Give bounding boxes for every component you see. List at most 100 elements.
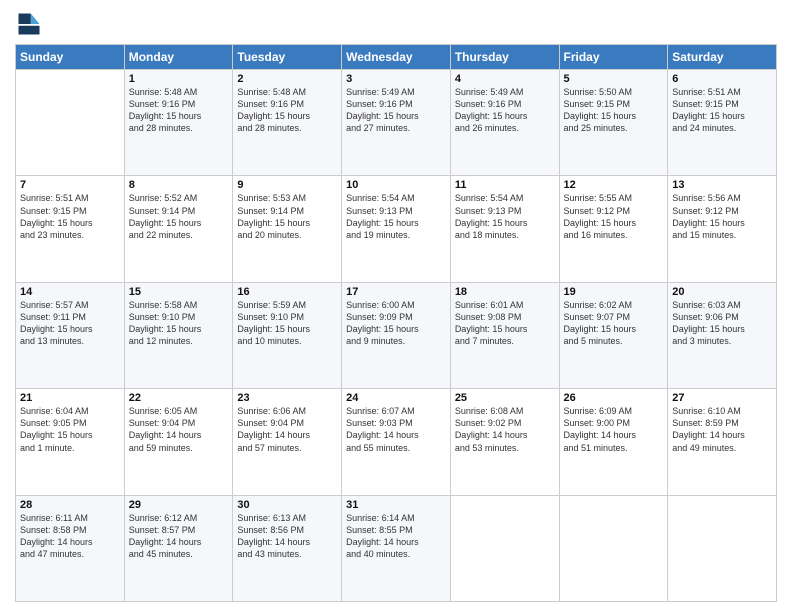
day-info: Sunrise: 5:59 AM Sunset: 9:10 PM Dayligh… (237, 299, 337, 348)
day-info: Sunrise: 6:13 AM Sunset: 8:56 PM Dayligh… (237, 512, 337, 561)
header (15, 10, 777, 38)
calendar-week-3: 14Sunrise: 5:57 AM Sunset: 9:11 PM Dayli… (16, 282, 777, 388)
day-number: 26 (564, 392, 664, 404)
day-header-thursday: Thursday (450, 45, 559, 70)
day-number: 24 (346, 392, 446, 404)
day-number: 9 (237, 179, 337, 191)
day-info: Sunrise: 5:51 AM Sunset: 9:15 PM Dayligh… (672, 86, 772, 135)
day-number: 18 (455, 286, 555, 298)
calendar-cell: 8Sunrise: 5:52 AM Sunset: 9:14 PM Daylig… (124, 176, 233, 282)
day-number: 11 (455, 179, 555, 191)
calendar-week-2: 7Sunrise: 5:51 AM Sunset: 9:15 PM Daylig… (16, 176, 777, 282)
calendar-cell: 16Sunrise: 5:59 AM Sunset: 9:10 PM Dayli… (233, 282, 342, 388)
day-header-tuesday: Tuesday (233, 45, 342, 70)
day-number: 4 (455, 73, 555, 85)
day-info: Sunrise: 5:56 AM Sunset: 9:12 PM Dayligh… (672, 192, 772, 241)
day-number: 16 (237, 286, 337, 298)
calendar-cell: 4Sunrise: 5:49 AM Sunset: 9:16 PM Daylig… (450, 70, 559, 176)
day-info: Sunrise: 5:52 AM Sunset: 9:14 PM Dayligh… (129, 192, 229, 241)
day-number: 2 (237, 73, 337, 85)
day-number: 10 (346, 179, 446, 191)
calendar-cell: 20Sunrise: 6:03 AM Sunset: 9:06 PM Dayli… (668, 282, 777, 388)
calendar-cell: 18Sunrise: 6:01 AM Sunset: 9:08 PM Dayli… (450, 282, 559, 388)
day-number: 6 (672, 73, 772, 85)
day-number: 22 (129, 392, 229, 404)
day-number: 17 (346, 286, 446, 298)
calendar-cell: 22Sunrise: 6:05 AM Sunset: 9:04 PM Dayli… (124, 389, 233, 495)
calendar-cell: 24Sunrise: 6:07 AM Sunset: 9:03 PM Dayli… (342, 389, 451, 495)
day-number: 7 (20, 179, 120, 191)
day-number: 5 (564, 73, 664, 85)
calendar-cell: 28Sunrise: 6:11 AM Sunset: 8:58 PM Dayli… (16, 495, 125, 601)
day-info: Sunrise: 6:01 AM Sunset: 9:08 PM Dayligh… (455, 299, 555, 348)
calendar-cell: 26Sunrise: 6:09 AM Sunset: 9:00 PM Dayli… (559, 389, 668, 495)
day-number: 14 (20, 286, 120, 298)
day-info: Sunrise: 5:48 AM Sunset: 9:16 PM Dayligh… (237, 86, 337, 135)
day-number: 28 (20, 499, 120, 511)
day-number: 13 (672, 179, 772, 191)
day-info: Sunrise: 5:55 AM Sunset: 9:12 PM Dayligh… (564, 192, 664, 241)
day-info: Sunrise: 5:54 AM Sunset: 9:13 PM Dayligh… (455, 192, 555, 241)
day-info: Sunrise: 6:06 AM Sunset: 9:04 PM Dayligh… (237, 405, 337, 454)
day-info: Sunrise: 5:54 AM Sunset: 9:13 PM Dayligh… (346, 192, 446, 241)
calendar-cell: 23Sunrise: 6:06 AM Sunset: 9:04 PM Dayli… (233, 389, 342, 495)
day-info: Sunrise: 5:53 AM Sunset: 9:14 PM Dayligh… (237, 192, 337, 241)
day-info: Sunrise: 6:05 AM Sunset: 9:04 PM Dayligh… (129, 405, 229, 454)
day-header-saturday: Saturday (668, 45, 777, 70)
calendar-cell: 21Sunrise: 6:04 AM Sunset: 9:05 PM Dayli… (16, 389, 125, 495)
day-info: Sunrise: 5:51 AM Sunset: 9:15 PM Dayligh… (20, 192, 120, 241)
calendar-header-row: SundayMondayTuesdayWednesdayThursdayFrid… (16, 45, 777, 70)
day-info: Sunrise: 6:10 AM Sunset: 8:59 PM Dayligh… (672, 405, 772, 454)
day-number: 31 (346, 499, 446, 511)
day-info: Sunrise: 6:07 AM Sunset: 9:03 PM Dayligh… (346, 405, 446, 454)
day-number: 19 (564, 286, 664, 298)
calendar-cell: 27Sunrise: 6:10 AM Sunset: 8:59 PM Dayli… (668, 389, 777, 495)
day-number: 23 (237, 392, 337, 404)
page: SundayMondayTuesdayWednesdayThursdayFrid… (0, 0, 792, 612)
day-info: Sunrise: 6:02 AM Sunset: 9:07 PM Dayligh… (564, 299, 664, 348)
day-info: Sunrise: 5:57 AM Sunset: 9:11 PM Dayligh… (20, 299, 120, 348)
calendar-cell: 29Sunrise: 6:12 AM Sunset: 8:57 PM Dayli… (124, 495, 233, 601)
calendar-cell: 30Sunrise: 6:13 AM Sunset: 8:56 PM Dayli… (233, 495, 342, 601)
day-info: Sunrise: 6:11 AM Sunset: 8:58 PM Dayligh… (20, 512, 120, 561)
day-header-sunday: Sunday (16, 45, 125, 70)
calendar-cell (559, 495, 668, 601)
logo-icon (15, 10, 43, 38)
calendar-cell: 1Sunrise: 5:48 AM Sunset: 9:16 PM Daylig… (124, 70, 233, 176)
calendar-cell: 11Sunrise: 5:54 AM Sunset: 9:13 PM Dayli… (450, 176, 559, 282)
day-number: 8 (129, 179, 229, 191)
calendar-cell: 25Sunrise: 6:08 AM Sunset: 9:02 PM Dayli… (450, 389, 559, 495)
calendar-cell: 10Sunrise: 5:54 AM Sunset: 9:13 PM Dayli… (342, 176, 451, 282)
calendar-cell: 15Sunrise: 5:58 AM Sunset: 9:10 PM Dayli… (124, 282, 233, 388)
day-info: Sunrise: 6:09 AM Sunset: 9:00 PM Dayligh… (564, 405, 664, 454)
day-info: Sunrise: 6:08 AM Sunset: 9:02 PM Dayligh… (455, 405, 555, 454)
day-number: 20 (672, 286, 772, 298)
day-info: Sunrise: 5:50 AM Sunset: 9:15 PM Dayligh… (564, 86, 664, 135)
day-number: 3 (346, 73, 446, 85)
day-header-wednesday: Wednesday (342, 45, 451, 70)
calendar-cell: 3Sunrise: 5:49 AM Sunset: 9:16 PM Daylig… (342, 70, 451, 176)
calendar-cell: 14Sunrise: 5:57 AM Sunset: 9:11 PM Dayli… (16, 282, 125, 388)
calendar-cell: 2Sunrise: 5:48 AM Sunset: 9:16 PM Daylig… (233, 70, 342, 176)
day-info: Sunrise: 5:48 AM Sunset: 9:16 PM Dayligh… (129, 86, 229, 135)
day-number: 21 (20, 392, 120, 404)
day-number: 29 (129, 499, 229, 511)
day-info: Sunrise: 6:04 AM Sunset: 9:05 PM Dayligh… (20, 405, 120, 454)
day-info: Sunrise: 6:03 AM Sunset: 9:06 PM Dayligh… (672, 299, 772, 348)
calendar-week-1: 1Sunrise: 5:48 AM Sunset: 9:16 PM Daylig… (16, 70, 777, 176)
day-info: Sunrise: 6:00 AM Sunset: 9:09 PM Dayligh… (346, 299, 446, 348)
calendar-cell: 17Sunrise: 6:00 AM Sunset: 9:09 PM Dayli… (342, 282, 451, 388)
day-number: 27 (672, 392, 772, 404)
day-number: 12 (564, 179, 664, 191)
calendar-cell: 13Sunrise: 5:56 AM Sunset: 9:12 PM Dayli… (668, 176, 777, 282)
day-number: 25 (455, 392, 555, 404)
calendar-cell: 12Sunrise: 5:55 AM Sunset: 9:12 PM Dayli… (559, 176, 668, 282)
calendar-cell: 5Sunrise: 5:50 AM Sunset: 9:15 PM Daylig… (559, 70, 668, 176)
day-header-friday: Friday (559, 45, 668, 70)
day-info: Sunrise: 5:58 AM Sunset: 9:10 PM Dayligh… (129, 299, 229, 348)
day-number: 15 (129, 286, 229, 298)
calendar-cell: 19Sunrise: 6:02 AM Sunset: 9:07 PM Dayli… (559, 282, 668, 388)
logo (15, 10, 47, 38)
day-number: 30 (237, 499, 337, 511)
calendar-table: SundayMondayTuesdayWednesdayThursdayFrid… (15, 44, 777, 602)
